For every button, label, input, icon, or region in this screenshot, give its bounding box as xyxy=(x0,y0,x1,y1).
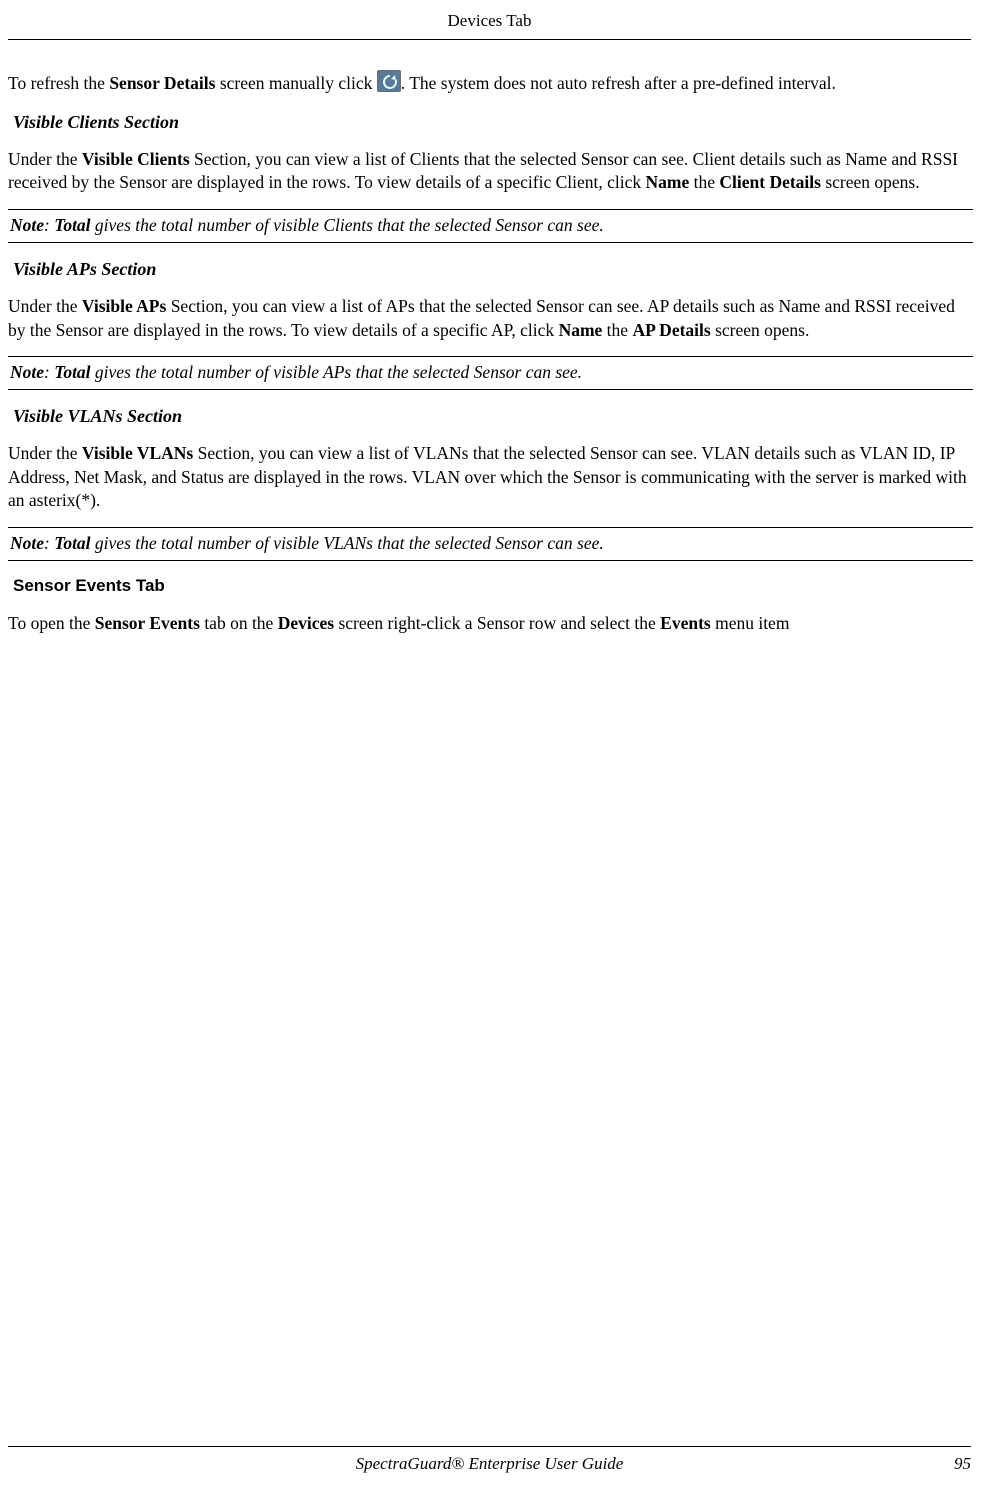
heading-visible-vlans: Visible VLANs Section xyxy=(13,404,973,428)
page-header: Devices Tab xyxy=(8,0,971,40)
text-bold: Total xyxy=(54,533,90,553)
text: Under the xyxy=(8,296,82,316)
note-visible-aps: Note: Total gives the total number of vi… xyxy=(8,356,973,390)
text: the xyxy=(602,320,632,340)
text: gives the total number of visible Client… xyxy=(91,215,604,235)
text-bold: Events xyxy=(660,613,711,633)
text-bold: Sensor Details xyxy=(109,73,215,93)
paragraph-visible-clients: Under the Visible Clients Section, you c… xyxy=(8,148,973,195)
note-visible-vlans: Note: Total gives the total number of vi… xyxy=(8,527,973,561)
text-bold: Visible Clients xyxy=(82,149,190,169)
text-bold: Visible APs xyxy=(82,296,166,316)
text-bold: Client Details xyxy=(719,172,821,192)
page-footer: SpectraGuard® Enterprise User Guide 95 xyxy=(8,1446,971,1477)
footer-rule xyxy=(8,1446,971,1447)
text-bold: Sensor Events xyxy=(95,613,200,633)
note-visible-clients: Note: Total gives the total number of vi… xyxy=(8,209,973,243)
note-label: Note xyxy=(10,362,44,382)
text-bold: AP Details xyxy=(632,320,710,340)
heading-sensor-events-tab: Sensor Events Tab xyxy=(13,575,973,598)
text-bold: Total xyxy=(54,362,90,382)
text-bold: Devices xyxy=(278,613,334,633)
text: gives the total number of visible APs th… xyxy=(91,362,583,382)
text: : xyxy=(44,215,54,235)
note-label: Note xyxy=(10,215,44,235)
heading-visible-aps: Visible APs Section xyxy=(13,257,973,281)
footer-doc-title: SpectraGuard® Enterprise User Guide xyxy=(8,1453,971,1476)
text-bold: Name xyxy=(646,172,690,192)
text: screen opens. xyxy=(711,320,810,340)
page-number: 95 xyxy=(954,1453,971,1476)
paragraph-visible-vlans: Under the Visible VLANs Section, you can… xyxy=(8,442,973,513)
text: Under the xyxy=(8,149,82,169)
text-bold: Visible VLANs xyxy=(82,443,193,463)
text: . The system does not auto refresh after… xyxy=(401,73,836,93)
heading-visible-clients: Visible Clients Section xyxy=(13,110,973,134)
text: To open the xyxy=(8,613,95,633)
note-label: Note xyxy=(10,533,44,553)
text: Under the xyxy=(8,443,82,463)
paragraph-sensor-events: To open the Sensor Events tab on the Dev… xyxy=(8,612,973,636)
text: To refresh the xyxy=(8,73,109,93)
paragraph-visible-aps: Under the Visible APs Section, you can v… xyxy=(8,295,973,342)
text: : xyxy=(44,533,54,553)
page-content: To refresh the Sensor Details screen man… xyxy=(0,40,981,635)
text: the xyxy=(689,172,719,192)
text: screen manually click xyxy=(215,73,376,93)
text: screen right-click a Sensor row and sele… xyxy=(334,613,660,633)
text: tab on the xyxy=(200,613,278,633)
text-bold: Total xyxy=(54,215,90,235)
refresh-icon xyxy=(377,70,401,92)
page-header-title: Devices Tab xyxy=(448,11,532,30)
text: gives the total number of visible VLANs … xyxy=(91,533,604,553)
text-bold: Name xyxy=(559,320,603,340)
text: screen opens. xyxy=(821,172,920,192)
intro-paragraph: To refresh the Sensor Details screen man… xyxy=(8,70,973,96)
text: : xyxy=(44,362,54,382)
text: menu item xyxy=(711,613,790,633)
